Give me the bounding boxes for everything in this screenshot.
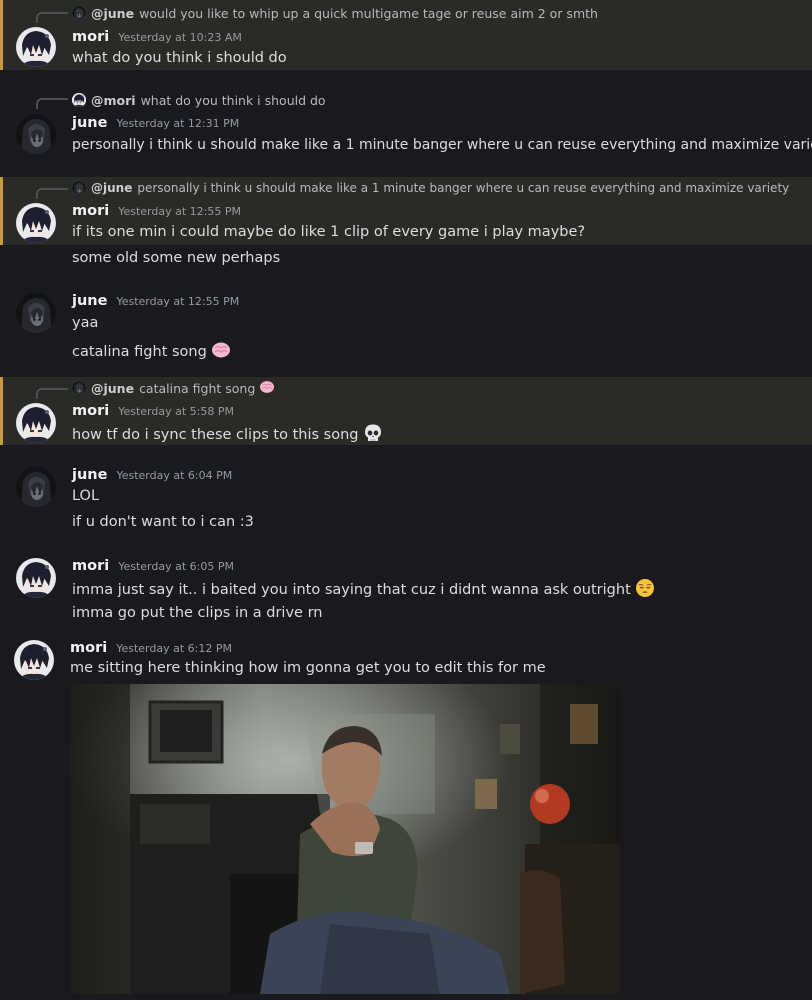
reply-preview[interactable]: @june catalina fight song (72, 378, 275, 398)
username[interactable]: june (72, 293, 107, 309)
username[interactable]: june (72, 467, 107, 483)
reply-author[interactable]: @june (91, 181, 132, 195)
reply-text: what do you think i should do (140, 92, 326, 108)
timestamp: Yesterday at 12:55 PM (116, 295, 240, 308)
avatar[interactable] (16, 27, 56, 67)
timestamp: Yesterday at 6:05 PM (118, 560, 234, 573)
reply-spine (36, 388, 68, 399)
username[interactable]: mori (72, 203, 109, 219)
timestamp: Yesterday at 12:31 PM (116, 117, 240, 130)
username[interactable]: june (72, 115, 107, 131)
message-text: catalina fight song (72, 341, 231, 363)
message-text-content: imma just say it.. i baited you into say… (72, 582, 631, 598)
reply-preview[interactable]: @mori what do you think i should do (72, 90, 326, 110)
timestamp: Yesterday at 6:12 PM (116, 642, 232, 655)
timestamp: Yesterday at 10:23 AM (118, 31, 242, 44)
avatar[interactable] (16, 203, 56, 243)
username[interactable]: mori (72, 558, 109, 574)
mention-bar (0, 177, 3, 245)
avatar[interactable] (16, 467, 56, 507)
message-text: if its one min i could maybe do like 1 c… (72, 224, 586, 240)
pensive-face-emoji[interactable] (635, 578, 655, 602)
reply-text: catalina fight song (139, 380, 256, 396)
reply-spine (36, 188, 68, 199)
reply-text: personally i think u should make like a … (137, 181, 790, 195)
reply-preview[interactable]: @june personally i think u should make l… (72, 178, 789, 198)
message-text: how tf do i sync these clips to this son… (72, 423, 383, 447)
timestamp: Yesterday at 5:58 PM (118, 405, 234, 418)
message-text: yaa (72, 315, 99, 331)
avatar[interactable] (16, 114, 56, 154)
username[interactable]: mori (72, 403, 109, 419)
message-text-content: how tf do i sync these clips to this son… (72, 427, 359, 443)
message-text: imma just say it.. i baited you into say… (72, 578, 655, 602)
message-text: imma go put the clips in a drive rn (72, 605, 323, 621)
reply-text: would you like to whip up a quick multig… (139, 5, 598, 21)
message-text: LOL (72, 488, 100, 504)
avatar[interactable] (16, 403, 56, 443)
reply-preview[interactable]: @june would you like to whip up a quick … (72, 3, 598, 23)
reply-avatar (72, 6, 86, 20)
avatar[interactable] (16, 293, 56, 333)
reply-spine (36, 98, 68, 109)
reply-author[interactable]: @june (91, 6, 134, 21)
avatar[interactable] (16, 558, 56, 598)
reply-spine (36, 12, 68, 23)
image-attachment[interactable] (70, 684, 620, 994)
timestamp: Yesterday at 6:04 PM (116, 469, 233, 482)
message-text: me sitting here thinking how im gonna ge… (70, 660, 546, 676)
reply-avatar (72, 93, 86, 107)
reply-author[interactable]: @june (91, 381, 134, 396)
timestamp: Yesterday at 12:55 PM (118, 205, 241, 218)
reply-avatar (72, 381, 86, 395)
brain-emoji (259, 380, 275, 397)
mention-bar (0, 377, 3, 445)
message-text-content: catalina fight song (72, 344, 207, 360)
message-text: some old some new perhaps (72, 250, 281, 266)
username[interactable]: mori (72, 29, 109, 45)
reply-avatar (72, 181, 86, 195)
skull-emoji[interactable] (363, 423, 383, 447)
mention-bar (0, 0, 3, 70)
avatar[interactable] (14, 640, 54, 680)
reply-author[interactable]: @mori (91, 93, 136, 108)
message-text: if u don't want to i can :3 (72, 514, 254, 530)
username[interactable]: mori (70, 640, 107, 656)
message-text: what do you think i should do (72, 50, 287, 66)
brain-emoji[interactable] (211, 341, 231, 363)
message-text: personally i think u should make like a … (72, 137, 812, 153)
